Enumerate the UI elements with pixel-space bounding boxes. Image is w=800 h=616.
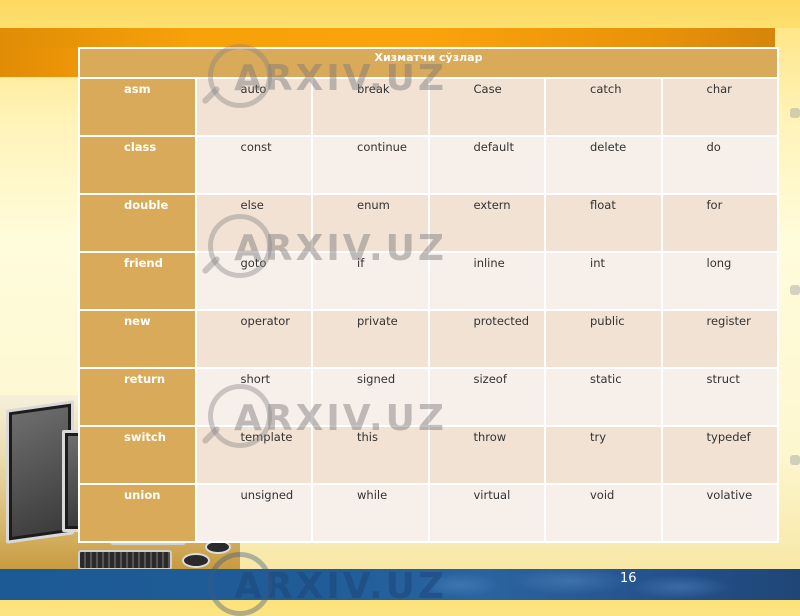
keyword-cell-double: double: [78, 193, 197, 253]
keyword-cell: try: [544, 425, 663, 485]
keyword-cell: goto: [194, 251, 313, 311]
keyword-cell: long: [660, 251, 779, 311]
keyword-cell-class: class: [78, 135, 197, 195]
keyword-cell-new: new: [78, 309, 197, 369]
keyword-cell: private: [311, 309, 430, 369]
footer-bar: [0, 569, 800, 600]
keyword-cell: delete: [544, 135, 663, 195]
keyword-cell: short: [194, 367, 313, 427]
keyword-cell-switch: switch: [78, 425, 197, 485]
keywords-table: Хизматчи сўзлар asm auto break Case catch cha…: [78, 47, 779, 543]
keyword-cell-friend: friend: [78, 251, 197, 311]
keyword-cell: break: [311, 77, 430, 137]
keyword-cell: throw: [427, 425, 546, 485]
keyword-cell: template: [194, 425, 313, 485]
keyword-cell: continue: [311, 135, 430, 195]
mouse-image: [182, 553, 210, 568]
keyword-cell: auto: [194, 77, 313, 137]
keyword-cell-union: union: [78, 483, 197, 543]
keyword-cell: typedef: [660, 425, 779, 485]
orange-title-bar: [0, 28, 775, 48]
keyword-cell: int: [544, 251, 663, 311]
table-row: return short signed sizeof static struct: [78, 367, 779, 427]
table-row: friend goto if inline int long: [78, 251, 779, 311]
keyword-cell: sizeof: [427, 367, 546, 427]
keyword-cell: void: [544, 483, 663, 543]
table-row: union unsigned while virtual void volative: [78, 483, 779, 543]
keyword-cell: if: [311, 251, 430, 311]
table-row: switch template this throw try typedef: [78, 425, 779, 485]
keyword-cell: enum: [311, 193, 430, 253]
keyword-cell: protected: [427, 309, 546, 369]
keyword-cell: inline: [427, 251, 546, 311]
keyword-cell: register: [660, 309, 779, 369]
keyword-cell: default: [427, 135, 546, 195]
keyword-cell: struct: [660, 367, 779, 427]
keyword-cell: float: [544, 193, 663, 253]
keyword-cell: public: [544, 309, 663, 369]
keyword-cell: operator: [194, 309, 313, 369]
keyword-cell: else: [194, 193, 313, 253]
keyword-cell: virtual: [427, 483, 546, 543]
decoration-mark: [790, 108, 800, 118]
top-band: [0, 0, 800, 28]
keyword-cell: extern: [427, 193, 546, 253]
world-map-graphic: [420, 569, 740, 600]
keyword-cell: Case: [427, 77, 546, 137]
table-row: new operator private protected public registe…: [78, 309, 779, 369]
keyword-cell: volative: [660, 483, 779, 543]
keyword-cell: static: [544, 367, 663, 427]
table-title: Хизматчи сўзлар: [78, 47, 779, 79]
table-row: asm auto break Case catch char: [78, 77, 779, 137]
table-row: double else enum extern float for: [78, 193, 779, 253]
table-row: class const continue default delete do: [78, 135, 779, 195]
keyword-cell: while: [311, 483, 430, 543]
keyword-cell: this: [311, 425, 430, 485]
keyword-cell: do: [660, 135, 779, 195]
keyboard-image: [78, 550, 172, 570]
keyword-cell-return: return: [78, 367, 197, 427]
page-number: 16: [620, 571, 637, 586]
decoration-mark: [790, 455, 800, 465]
keyword-cell: unsigned: [194, 483, 313, 543]
decoration-mark: [790, 285, 800, 295]
keyword-cell: const: [194, 135, 313, 195]
keyword-cell: catch: [544, 77, 663, 137]
keyword-cell-asm: asm: [78, 77, 197, 137]
orange-accent-block: [0, 48, 78, 77]
keyword-cell: signed: [311, 367, 430, 427]
keyword-cell: char: [660, 77, 779, 137]
keyword-cell: for: [660, 193, 779, 253]
